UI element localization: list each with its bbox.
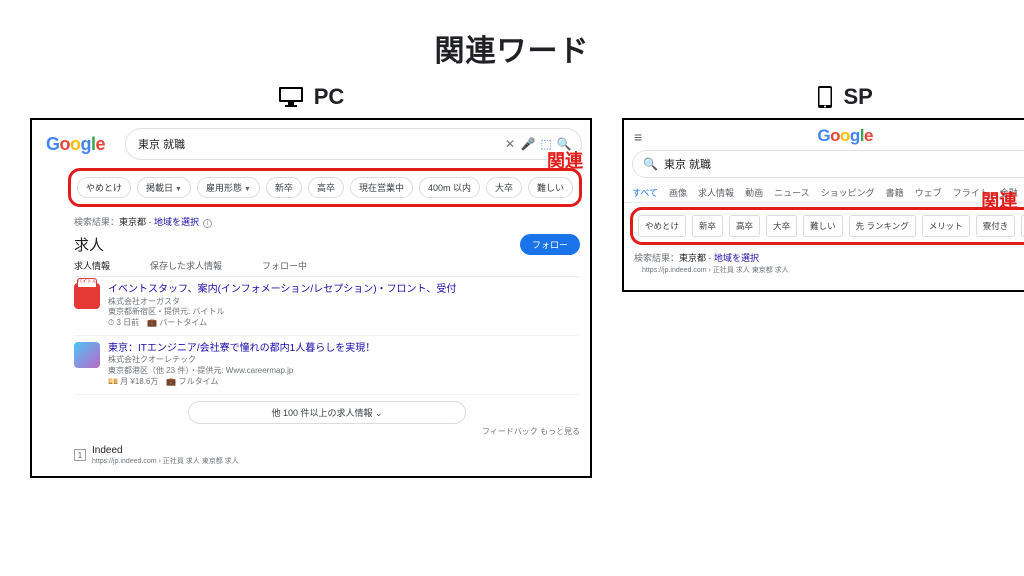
google-logo[interactable]: Google: [817, 126, 873, 146]
related-chip[interactable]: 難しい: [528, 177, 573, 198]
select-region-link[interactable]: 地域を選択: [714, 253, 759, 263]
sp-tab[interactable]: 書籍: [886, 186, 904, 199]
search-icon: 🔍: [643, 157, 658, 171]
pc-column: PC Google 東京 就職 ✕ 🎤 ⬚ 🔍 関連 やめとけ掲載日▼ 雇用形態▼…: [30, 84, 592, 478]
job-thumb-icon: バイトル: [74, 283, 100, 309]
related-chip[interactable]: 先 ランキング: [849, 215, 916, 237]
job-tab-listings[interactable]: 求人情報: [74, 259, 110, 272]
pc-screenshot-panel: Google 東京 就職 ✕ 🎤 ⬚ 🔍 関連 やめとけ掲載日▼ 雇用形態▼ 新卒高…: [30, 118, 592, 478]
search-input[interactable]: 東京 就職 ✕ 🎤 ⬚ 🔍: [125, 128, 582, 160]
sp-column: SP ≡ Google 🔍 東京 就職 すべて画像求人情報動画ニュースショッピン…: [622, 84, 1024, 478]
related-chip[interactable]: 雇用形態▼: [197, 177, 260, 198]
related-chip[interactable]: やめとけ: [77, 177, 131, 198]
result-location-meta: 検索結果：東京都 - 地域を選択i: [32, 213, 590, 232]
info-icon[interactable]: i: [203, 219, 212, 228]
slide-title: 関連ワード: [0, 0, 1024, 70]
hamburger-icon[interactable]: ≡: [634, 129, 642, 145]
related-chip[interactable]: 400m 以内: [419, 177, 480, 198]
monitor-icon: [278, 86, 304, 108]
pc-label: PC: [314, 84, 345, 110]
job-tab-saved[interactable]: 保存した求人情報: [150, 259, 222, 272]
sp-tab[interactable]: ニュース: [774, 186, 810, 199]
sp-result-url: https://jp.indeed.com › 正社員 求人 東京都 求人: [624, 264, 1024, 275]
related-chip[interactable]: 高卒: [308, 177, 344, 198]
chevron-down-icon: ⌄: [375, 408, 383, 418]
sp-tab[interactable]: すべて: [632, 186, 658, 199]
related-chip[interactable]: 大卒: [486, 177, 522, 198]
related-chip[interactable]: 難しい: [803, 215, 843, 237]
sp-screenshot-panel: ≡ Google 🔍 東京 就職 すべて画像求人情報動画ニュースショッピング書籍…: [622, 118, 1024, 292]
sp-tab[interactable]: 求人情報: [698, 186, 734, 199]
related-chip[interactable]: 大卒: [766, 215, 797, 237]
job-title: 東京：ITエンジニア/会社寮で憧れの都内1人暮らしを実現！: [108, 342, 375, 356]
callout-label-sp: 関連: [981, 187, 1017, 213]
job-item[interactable]: 東京：ITエンジニア/会社寮で憧れの都内1人暮らしを実現！ 株式会社クオーレテッ…: [74, 336, 580, 395]
search-query-text: 東京 就職: [664, 156, 711, 172]
related-chips-callout-pc: 関連 やめとけ掲載日▼雇用形態▼新卒高卒現在営業中400m 以内大卒難しい: [68, 168, 582, 207]
related-chip[interactable]: 新卒: [266, 177, 302, 198]
related-chip[interactable]: やめとけ: [638, 215, 686, 237]
indeed-url: https://jp.indeed.com › 正社員 求人 東京都 求人: [92, 456, 239, 466]
related-chip[interactable]: 寮付き: [976, 215, 1016, 237]
google-logo[interactable]: Google: [46, 134, 105, 155]
select-region-link[interactable]: 地域を選択: [154, 217, 199, 227]
sp-tab[interactable]: 動画: [745, 186, 763, 199]
related-chip[interactable]: 高卒: [729, 215, 760, 237]
indeed-title[interactable]: Indeed: [92, 445, 239, 456]
sp-tab[interactable]: 画像: [669, 186, 687, 199]
jobs-heading: 求人: [74, 234, 104, 255]
related-chip[interactable]: 現在営業中: [350, 177, 413, 198]
callout-label-pc: 関連: [547, 147, 583, 173]
related-chips-callout-sp: 関連 やめとけ新卒高卒大卒難しい先 ランキングメリット寮付き後悔: [630, 207, 1024, 245]
search-input[interactable]: 🔍 東京 就職: [632, 150, 1024, 178]
sp-tab[interactable]: ショッピング: [821, 186, 875, 199]
job-item[interactable]: バイトル イベントスタッフ、案内(インフォメーション/レセプション)・フロント、…: [74, 277, 580, 336]
job-tab-following[interactable]: フォロー中: [262, 259, 307, 272]
mic-icon[interactable]: 🎤: [519, 137, 537, 151]
related-chip[interactable]: 掲載日▼: [137, 177, 191, 198]
search-query-text: 東京 就職: [138, 136, 501, 152]
sp-label: SP: [843, 84, 872, 110]
sp-tab[interactable]: ウェブ: [915, 186, 942, 199]
related-chip[interactable]: 新卒: [692, 215, 723, 237]
result-location-meta: 検索結果：東京都 - 地域を選択: [624, 249, 1024, 264]
related-chip[interactable]: メリット: [922, 215, 970, 237]
job-thumb-icon: [74, 342, 100, 368]
feedback-link[interactable]: フィードバック もっと見る: [32, 426, 590, 441]
clear-icon[interactable]: ✕: [501, 137, 519, 151]
job-title: イベントスタッフ、案内(インフォメーション/レセプション)・フロント、受付: [108, 283, 456, 297]
follow-button[interactable]: フォロー: [520, 234, 580, 255]
smartphone-icon: [817, 85, 833, 109]
more-jobs-button[interactable]: 他 100 件以上の求人情報 ⌄: [188, 401, 466, 424]
result-index-badge: 1: [74, 449, 86, 461]
